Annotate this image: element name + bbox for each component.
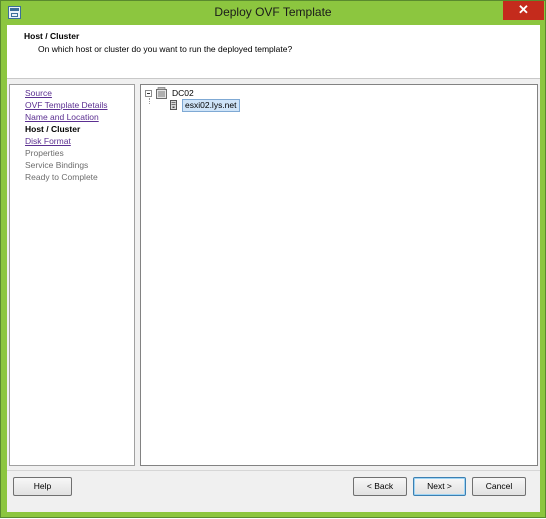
wizard-header: Host / Cluster On which host or cluster … <box>7 25 540 79</box>
step-source[interactable]: Source <box>25 88 52 99</box>
tree-item-host[interactable]: esxi02.lys.net <box>182 99 240 112</box>
deploy-ovf-window: Deploy OVF Template ✕ Host / Cluster On … <box>0 0 546 518</box>
wizard-client-area: Host / Cluster On which host or cluster … <box>7 25 540 512</box>
step-ovf-template-details[interactable]: OVF Template Details <box>25 100 108 111</box>
step-host-cluster: Host / Cluster <box>25 124 81 134</box>
step-properties: Properties <box>25 148 64 158</box>
host-server-icon <box>170 100 177 110</box>
help-button[interactable]: Help <box>13 477 72 496</box>
tree-item-datacenter[interactable]: DC02 <box>172 88 194 98</box>
step-service-bindings: Service Bindings <box>25 160 89 170</box>
host-tree-pane: DC02 esxi02.lys.net <box>140 84 538 466</box>
back-button[interactable]: < Back <box>353 477 407 496</box>
step-disk-format[interactable]: Disk Format <box>25 136 71 147</box>
next-button[interactable]: Next > <box>413 477 466 496</box>
page-subtitle: On which host or cluster do you want to … <box>38 44 293 54</box>
title-bar[interactable]: Deploy OVF Template ✕ <box>1 1 545 24</box>
tree-connector <box>149 98 151 104</box>
cancel-button[interactable]: Cancel <box>472 477 526 496</box>
step-name-and-location[interactable]: Name and Location <box>25 112 99 123</box>
close-button[interactable]: ✕ <box>503 1 544 20</box>
steps-pane: Source OVF Template Details Name and Loc… <box>9 84 135 466</box>
step-ready-to-complete: Ready to Complete <box>25 172 98 182</box>
collapse-toggle-icon[interactable] <box>145 90 152 97</box>
datacenter-icon <box>156 87 167 99</box>
footer-divider <box>7 470 540 471</box>
page-title: Host / Cluster <box>24 31 80 41</box>
window-title: Deploy OVF Template <box>214 5 332 19</box>
